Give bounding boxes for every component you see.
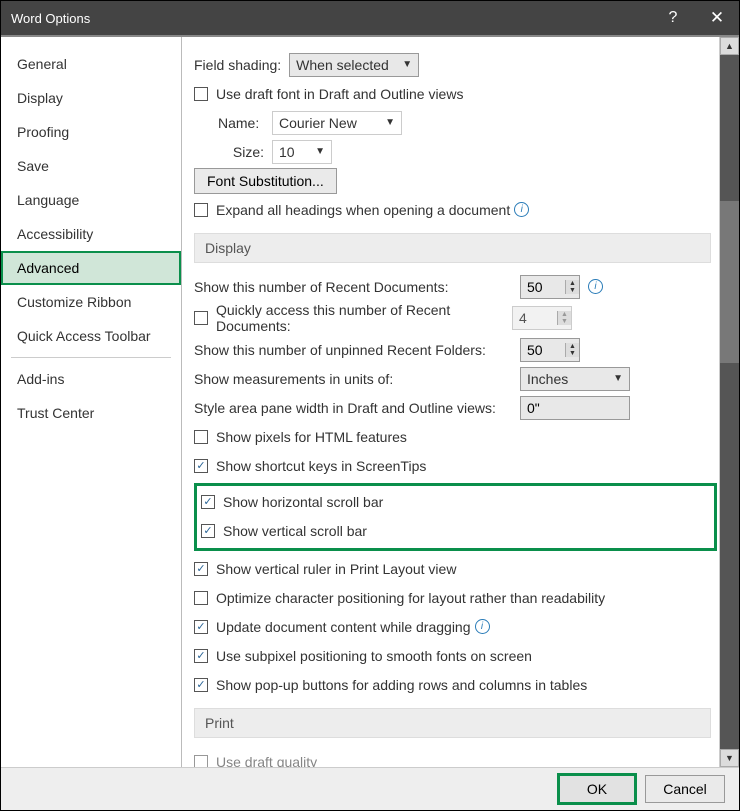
field-shading-label: Field shading: <box>194 57 281 73</box>
hscroll-label: Show horizontal scroll bar <box>223 494 383 510</box>
dragging-label: Update document content while dragging <box>216 619 471 635</box>
sidebar-item-language[interactable]: Language <box>1 183 181 217</box>
style-area-input[interactable] <box>520 396 630 420</box>
font-substitution-button[interactable]: Font Substitution... <box>194 168 337 194</box>
close-icon: ✕ <box>710 8 724 28</box>
shortcut-label: Show shortcut keys in ScreenTips <box>216 458 426 474</box>
popup-label: Show pop-up buttons for adding rows and … <box>216 677 587 693</box>
sidebar-item-customize-ribbon[interactable]: Customize Ribbon <box>1 285 181 319</box>
section-display: Display <box>194 233 711 263</box>
section-print: Print <box>194 708 711 738</box>
sidebar-item-general[interactable]: General <box>1 47 181 81</box>
chevron-down-icon: ▼ <box>402 59 412 70</box>
sidebar-item-quick-access-toolbar[interactable]: Quick Access Toolbar <box>1 319 181 353</box>
vruler-label: Show vertical ruler in Print Layout view <box>216 561 456 577</box>
ok-button[interactable]: OK <box>557 773 637 805</box>
optimize-checkbox[interactable] <box>194 591 208 605</box>
sidebar-item-display[interactable]: Display <box>1 81 181 115</box>
size-label: Size: <box>218 144 264 160</box>
draft-font-label: Use draft font in Draft and Outline view… <box>216 86 463 102</box>
scrollbar[interactable]: ▲ ▼ <box>719 37 739 767</box>
info-icon[interactable]: i <box>514 202 529 217</box>
quick-access-checkbox[interactable] <box>194 311 208 325</box>
subpixel-label: Use subpixel positioning to smooth fonts… <box>216 648 532 664</box>
sidebar-item-add-ins[interactable]: Add-ins <box>1 362 181 396</box>
field-shading-combo[interactable]: When selected ▼ <box>289 53 419 77</box>
draft-quality-label: Use draft quality <box>216 754 317 768</box>
sidebar-item-advanced[interactable]: Advanced <box>1 251 181 285</box>
draft-quality-checkbox[interactable] <box>194 755 208 768</box>
pixels-label: Show pixels for HTML features <box>216 429 407 445</box>
titlebar: Word Options ? ✕ <box>1 1 739 35</box>
scroll-track[interactable] <box>720 55 739 749</box>
sidebar-item-trust-center[interactable]: Trust Center <box>1 396 181 430</box>
sidebar-item-proofing[interactable]: Proofing <box>1 115 181 149</box>
name-label: Name: <box>218 115 264 131</box>
sidebar: GeneralDisplayProofingSaveLanguageAccess… <box>1 37 182 767</box>
close-button[interactable]: ✕ <box>695 1 739 35</box>
draft-font-checkbox[interactable] <box>194 87 208 101</box>
scroll-down-button[interactable]: ▼ <box>720 749 739 767</box>
window-title: Word Options <box>11 11 651 26</box>
main-panel: Field shading: When selected ▼ Use draft… <box>182 37 719 767</box>
sidebar-item-save[interactable]: Save <box>1 149 181 183</box>
scroll-up-button[interactable]: ▲ <box>720 37 739 55</box>
font-name-combo[interactable]: Courier New ▼ <box>272 111 402 135</box>
footer: OK Cancel <box>1 767 739 810</box>
optimize-label: Optimize character positioning for layou… <box>216 590 605 606</box>
vscroll-label: Show vertical scroll bar <box>223 523 367 539</box>
quick-access-label: Quickly access this number of Recent Doc… <box>216 302 512 334</box>
chevron-down-icon: ▼ <box>613 373 623 384</box>
expand-headings-label: Expand all headings when opening a docum… <box>216 202 510 218</box>
sidebar-item-accessibility[interactable]: Accessibility <box>1 217 181 251</box>
scroll-thumb[interactable] <box>720 201 739 363</box>
hscroll-checkbox[interactable] <box>201 495 215 509</box>
chevron-down-icon: ▼ <box>315 146 325 157</box>
vruler-checkbox[interactable] <box>194 562 208 576</box>
dragging-checkbox[interactable] <box>194 620 208 634</box>
subpixel-checkbox[interactable] <box>194 649 208 663</box>
info-icon[interactable]: i <box>588 279 603 294</box>
recent-folders-spinner[interactable]: ▲▼ <box>520 338 580 362</box>
chevron-down-icon: ▼ <box>385 117 395 128</box>
recent-docs-spinner[interactable]: ▲▼ <box>520 275 580 299</box>
spin-up-icon[interactable]: ▲ <box>566 280 579 287</box>
measurements-combo[interactable]: Inches ▼ <box>520 367 630 391</box>
recent-folders-label: Show this number of unpinned Recent Fold… <box>194 342 512 358</box>
shortcut-checkbox[interactable] <box>194 459 208 473</box>
popup-checkbox[interactable] <box>194 678 208 692</box>
spin-down-icon[interactable]: ▼ <box>566 287 579 294</box>
highlight-scrollbars: Show horizontal scroll bar Show vertical… <box>194 483 717 551</box>
info-icon[interactable]: i <box>475 619 490 634</box>
cancel-button[interactable]: Cancel <box>645 775 725 803</box>
vscroll-checkbox[interactable] <box>201 524 215 538</box>
measurements-label: Show measurements in units of: <box>194 371 512 387</box>
recent-docs-label: Show this number of Recent Documents: <box>194 279 512 295</box>
quick-access-spinner: ▲▼ <box>512 306 572 330</box>
pixels-checkbox[interactable] <box>194 430 208 444</box>
help-icon: ? <box>669 9 678 27</box>
style-area-label: Style area pane width in Draft and Outli… <box>194 400 512 416</box>
help-button[interactable]: ? <box>651 1 695 35</box>
expand-headings-checkbox[interactable] <box>194 203 208 217</box>
font-size-combo[interactable]: 10 ▼ <box>272 140 332 164</box>
